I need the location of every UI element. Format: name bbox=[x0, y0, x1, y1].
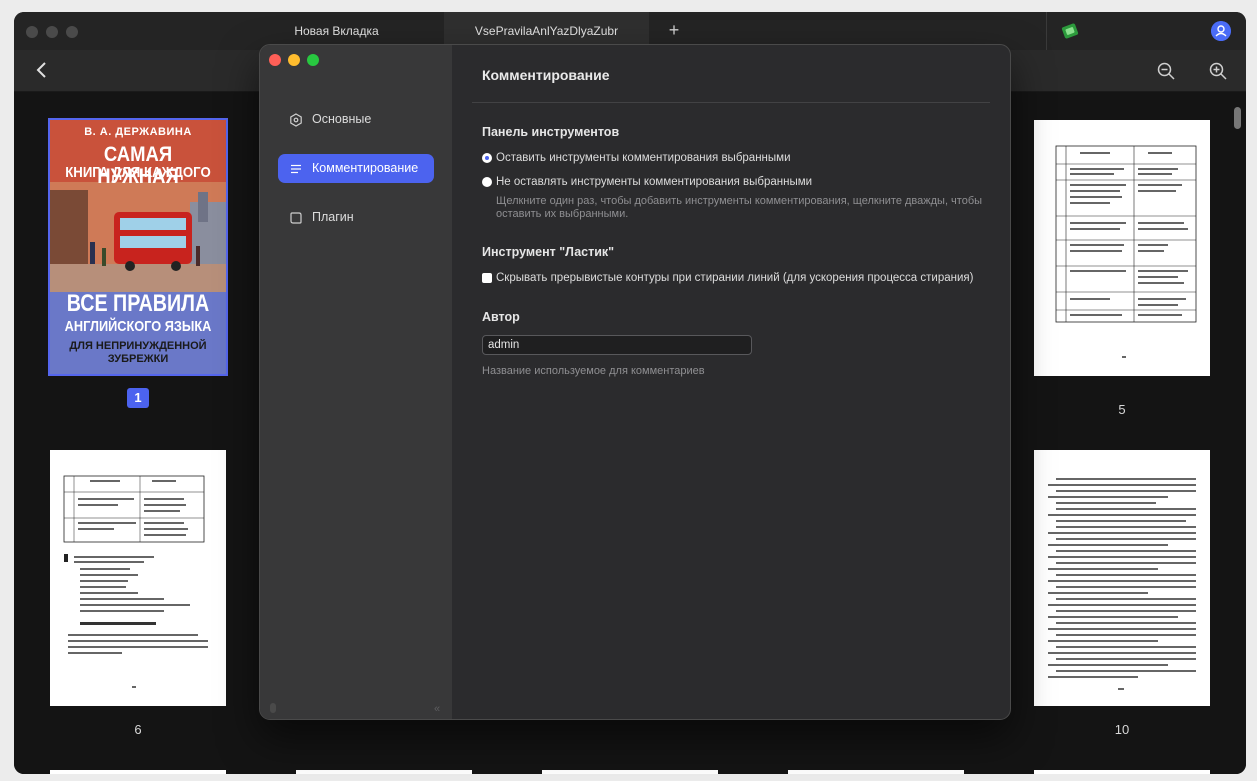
checkbox-label: Скрывать прерывистые контуры при стирани… bbox=[496, 272, 974, 284]
cover-subtitle-line: ДЛЯ НЕПРИНУЖДЕННОЙ bbox=[69, 340, 207, 352]
title-divider bbox=[472, 102, 990, 103]
page-thumbnail-partial[interactable] bbox=[296, 770, 472, 774]
table-page-illustration bbox=[1055, 145, 1197, 358]
dialog-minimize-button[interactable] bbox=[288, 54, 300, 66]
sidebar-item-plugin[interactable]: Плагин bbox=[278, 203, 434, 232]
page-thumbnail-5[interactable] bbox=[1034, 120, 1210, 376]
radio-button-checked[interactable] bbox=[482, 153, 492, 163]
page-thumbnail-1[interactable]: В. А. ДЕРЖАВИНА САМАЯ НУЖНАЯ КНИГА ДЛЯ К… bbox=[48, 118, 228, 376]
tab-label: Новая Вкладка bbox=[294, 24, 379, 38]
toolbar-hint: Щелкните один раз, чтобы добавить инстру… bbox=[496, 195, 983, 220]
page-thumbnail-6[interactable] bbox=[50, 450, 226, 706]
window-minimize-button[interactable] bbox=[46, 26, 58, 38]
hexagon-settings-icon bbox=[290, 113, 302, 127]
back-arrow-icon[interactable] bbox=[32, 60, 52, 80]
tab-label: VsePravilaAnlYazDlyaZubr bbox=[474, 24, 619, 38]
page-thumbnail-partial[interactable] bbox=[542, 770, 718, 774]
cover-subtitle-line: ЗУБРЕЖКИ bbox=[107, 353, 169, 365]
sidebar-item-label: Плагин bbox=[312, 210, 354, 224]
extension-icon[interactable] bbox=[1059, 21, 1081, 41]
radio-label: Оставить инструменты комментирования выб… bbox=[496, 152, 791, 164]
zoom-in-icon[interactable] bbox=[1208, 61, 1228, 81]
page-number: 6 bbox=[134, 722, 142, 737]
scrollbar-thumb[interactable] bbox=[1234, 107, 1241, 129]
text-page-illustration bbox=[1048, 478, 1196, 690]
sidebar-item-label: Комментирование bbox=[312, 161, 419, 175]
window-close-button[interactable] bbox=[26, 26, 38, 38]
author-name-input[interactable]: admin bbox=[482, 335, 752, 355]
section-title-toolbar: Панель инструментов bbox=[482, 125, 620, 139]
radio-button[interactable] bbox=[482, 177, 492, 187]
microphone-icon bbox=[270, 703, 276, 713]
sidebar-item-label: Основные bbox=[312, 112, 372, 126]
checkbox[interactable] bbox=[482, 273, 492, 283]
cover-author: В. А. ДЕРЖАВИНА bbox=[84, 126, 192, 138]
radio-keep-tools-selected[interactable]: Оставить инструменты комментирования выб… bbox=[482, 152, 791, 164]
cover-title: КНИГА ДЛЯ КАЖДОГО bbox=[65, 164, 211, 181]
cover-title: ВСЕ ПРАВИЛА bbox=[66, 290, 210, 317]
section-title-author: Автор bbox=[482, 310, 520, 324]
text-page-illustration bbox=[63, 475, 208, 688]
titlebar-divider bbox=[1046, 12, 1047, 50]
list-lines-icon bbox=[291, 164, 301, 174]
section-title-eraser: Инструмент "Ластик" bbox=[482, 245, 615, 259]
window-zoom-button[interactable] bbox=[66, 26, 78, 38]
add-tab-button[interactable]: + bbox=[662, 18, 686, 42]
checkbox-hide-dashed-contours[interactable]: Скрывать прерывистые контуры при стирани… bbox=[482, 272, 973, 284]
sidebar-item-commenting[interactable]: Комментирование bbox=[278, 154, 434, 183]
user-avatar-icon[interactable] bbox=[1211, 21, 1231, 41]
dialog-zoom-button[interactable] bbox=[307, 54, 319, 66]
page-number-selected: 1 bbox=[127, 388, 149, 408]
radio-label: Не оставлять инструменты комментирования… bbox=[496, 176, 813, 188]
author-hint: Название используемое для комментариев bbox=[482, 365, 705, 377]
preferences-sidebar: Основные Комментирование Плагин « bbox=[260, 45, 452, 719]
zoom-out-icon[interactable] bbox=[1156, 61, 1176, 81]
page-thumbnail-partial[interactable] bbox=[788, 770, 964, 774]
preferences-dialog: Основные Комментирование Плагин « Коммен… bbox=[259, 44, 1011, 720]
page-thumbnail-10[interactable] bbox=[1034, 450, 1210, 706]
dialog-close-button[interactable] bbox=[269, 54, 281, 66]
page-number: 10 bbox=[1114, 722, 1130, 737]
page-thumbnail-partial[interactable] bbox=[50, 770, 226, 774]
bus-illustration-icon bbox=[50, 182, 226, 292]
cover-illustration bbox=[50, 182, 226, 292]
page-title: Комментирование bbox=[482, 67, 610, 83]
sidebar-item-general[interactable]: Основные bbox=[278, 105, 434, 134]
collapse-sidebar-icon[interactable]: « bbox=[434, 703, 440, 715]
cover-subtitle: ДЛЯ НЕПРИНУЖДЕННОЙ ЗУБРЕЖКИ bbox=[50, 340, 226, 366]
radio-dont-keep-tools-selected[interactable]: Не оставлять инструменты комментирования… bbox=[482, 176, 812, 188]
page-number: 5 bbox=[1118, 402, 1126, 417]
cover-title: АНГЛИЙСКОГО ЯЗЫКА bbox=[64, 318, 212, 335]
page-thumbnail-partial[interactable] bbox=[1034, 770, 1210, 774]
plugin-icon bbox=[290, 212, 302, 224]
